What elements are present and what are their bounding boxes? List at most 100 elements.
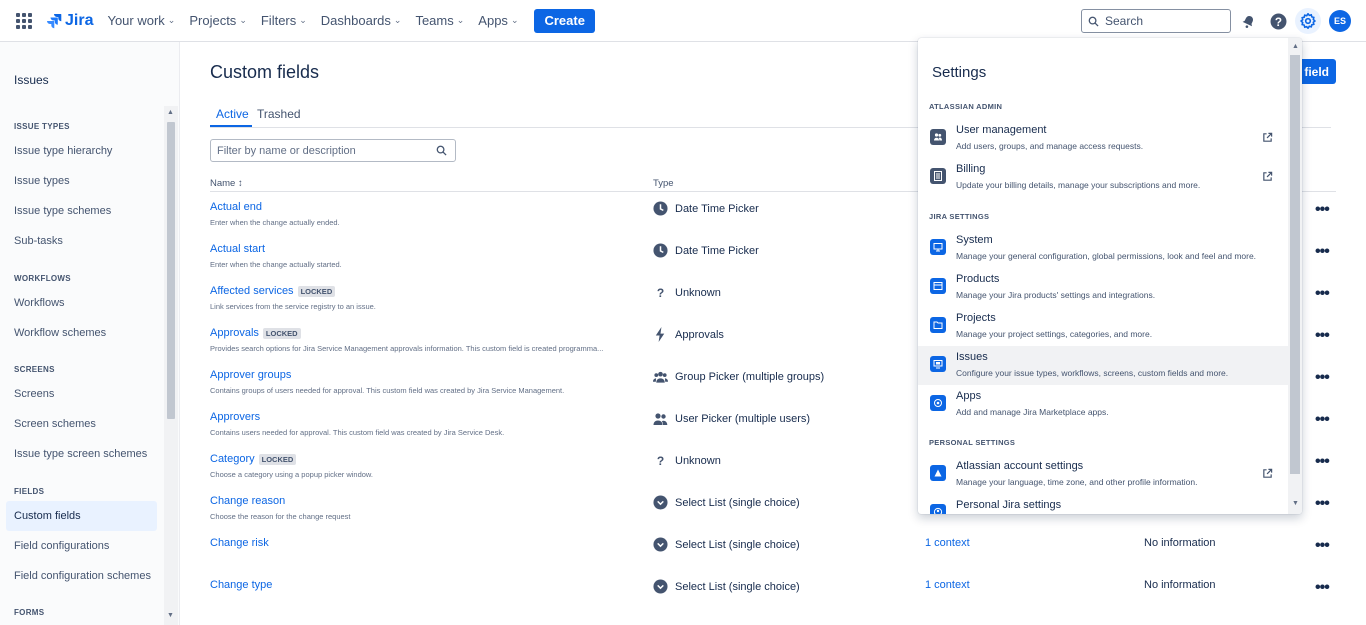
search-placeholder: Search — [1105, 14, 1144, 28]
column-header-type: Type — [653, 178, 674, 189]
field-description: Link services from the service registry … — [210, 302, 376, 311]
settings-scrollbar[interactable]: ▲ ▼ — [1288, 38, 1302, 514]
settings-title: Settings — [932, 64, 987, 81]
more-actions-icon[interactable]: ••• — [1315, 285, 1330, 303]
section-atlassian-admin: ATLASSIAN ADMIN — [929, 102, 1003, 111]
select-icon — [653, 579, 668, 594]
more-actions-icon[interactable]: ••• — [1315, 537, 1330, 555]
field-name[interactable]: Change reason — [210, 495, 285, 507]
search-input[interactable]: Search — [1081, 9, 1231, 33]
settings-item-atlassian-account[interactable]: Atlassian account settings Manage your l… — [918, 455, 1288, 494]
nav-filters[interactable]: Filters ⌄ — [261, 13, 307, 28]
folder-icon — [930, 317, 946, 333]
field-name-link[interactable]: Approver groups — [210, 369, 291, 381]
field-name[interactable]: Actual end — [210, 201, 262, 213]
search-icon — [1088, 16, 1099, 27]
field-name-link[interactable]: Actual start — [210, 243, 265, 255]
field-name[interactable]: Approver groups — [210, 369, 291, 381]
locked-badge: LOCKED — [297, 285, 336, 297]
person-icon — [930, 504, 946, 514]
settings-item-issues[interactable]: Issues Configure your issue types, workf… — [918, 346, 1288, 385]
field-name-link[interactable]: Change type — [210, 579, 272, 591]
field-name-link[interactable]: Actual end — [210, 201, 262, 213]
settings-item-user-management[interactable]: User management Add users, groups, and m… — [918, 119, 1288, 158]
help-icon[interactable]: ? — [1268, 11, 1288, 31]
column-header-name[interactable]: Name ↕ — [210, 178, 243, 189]
svg-text:?: ? — [1274, 15, 1281, 28]
settings-panel: Settings ATLASSIAN ADMIN User management… — [918, 38, 1302, 514]
scroll-down-arrow-icon[interactable]: ▼ — [1292, 500, 1299, 507]
field-name-link[interactable]: Approvals LOCKED — [210, 327, 301, 339]
field-name[interactable]: Affected services — [210, 285, 294, 297]
settings-item-personal-jira[interactable]: Personal Jira settings — [918, 494, 1288, 514]
settings-item-projects[interactable]: Projects Manage your project settings, c… — [918, 307, 1288, 346]
app-switcher-icon[interactable] — [16, 12, 32, 29]
bolt-icon — [653, 327, 668, 342]
field-name-link[interactable]: Change reason — [210, 495, 285, 507]
more-actions-icon[interactable]: ••• — [1315, 411, 1330, 429]
more-actions-icon[interactable]: ••• — [1315, 495, 1330, 513]
create-custom-field-button[interactable]: field — [1296, 59, 1336, 84]
scroll-up-arrow-icon[interactable]: ▲ — [167, 109, 174, 116]
avatar[interactable]: ES — [1329, 10, 1351, 32]
settings-item-billing[interactable]: Billing Update your billing details, man… — [918, 158, 1288, 197]
nav-your-work[interactable]: Your work ⌄ — [107, 13, 175, 28]
more-actions-icon[interactable]: ••• — [1315, 579, 1330, 597]
page-title: Custom fields — [210, 62, 320, 82]
filter-input[interactable]: Filter by name or description — [210, 139, 456, 162]
settings-gear-icon[interactable] — [1295, 8, 1321, 34]
more-actions-icon[interactable]: ••• — [1315, 369, 1330, 387]
section-personal-settings: PERSONAL SETTINGS — [929, 438, 1016, 447]
settings-item-system[interactable]: System Manage your general configuration… — [918, 229, 1288, 268]
jira-logo[interactable]: Jira — [46, 12, 93, 30]
settings-item-products[interactable]: Products Manage your Jira products' sett… — [918, 268, 1288, 307]
field-name[interactable]: Change type — [210, 579, 272, 591]
chevron-down-icon: ⌄ — [167, 15, 176, 25]
settings-item-apps[interactable]: Apps Add and manage Jira Marketplace app… — [918, 385, 1288, 424]
field-type: Select List (single choice) — [653, 579, 800, 594]
field-name-link[interactable]: Category LOCKED — [210, 453, 297, 465]
field-name-link[interactable]: Approvers — [210, 411, 260, 423]
field-context-link[interactable]: 1 context — [925, 579, 970, 591]
group-icon — [653, 369, 668, 384]
nav-projects[interactable]: Projects ⌄ — [189, 13, 247, 28]
nav-label: Teams — [415, 13, 454, 28]
field-name[interactable]: Category — [210, 453, 255, 465]
field-name[interactable]: Change risk — [210, 537, 269, 549]
nav-label: Dashboards — [320, 13, 391, 28]
clock-icon — [653, 243, 668, 258]
table-row: Change type Select List (single choice) 1 … — [0, 579, 1366, 621]
field-type: Date Time Picker — [653, 243, 759, 258]
sidebar-item-issue-types[interactable]: Issue types — [6, 166, 157, 196]
chevron-down-icon: ⌄ — [299, 15, 307, 25]
tab-active[interactable]: Active — [216, 107, 249, 121]
field-name[interactable]: Approvers — [210, 411, 260, 423]
more-actions-icon[interactable]: ••• — [1315, 327, 1330, 345]
field-context-link[interactable]: 1 context — [925, 537, 970, 549]
nav-label: Filters — [260, 13, 297, 28]
settings-item-desc: Manage your project settings, categories… — [956, 329, 1153, 339]
field-name[interactable]: Actual start — [210, 243, 265, 255]
nav-apps[interactable]: Apps ⌄ — [478, 13, 518, 28]
create-button[interactable]: Create — [534, 8, 595, 33]
field-name[interactable]: Approvals — [210, 327, 259, 339]
nav-dashboards[interactable]: Dashboards ⌄ — [321, 13, 402, 28]
settings-item-desc: Add users, groups, and manage access req… — [956, 141, 1144, 151]
settings-item-name: Billing — [956, 163, 986, 175]
field-name-link[interactable]: Change risk — [210, 537, 269, 549]
more-actions-icon[interactable]: ••• — [1315, 453, 1330, 471]
sidebar-item-issue-type-hierarchy[interactable]: Issue type hierarchy — [6, 136, 157, 166]
nav-teams[interactable]: Teams ⌄ — [415, 13, 464, 28]
question-icon: ? — [656, 285, 665, 300]
users-icon — [653, 411, 668, 426]
field-last-used: No information — [1144, 579, 1216, 591]
notifications-icon[interactable] — [1238, 11, 1258, 31]
tab-trashed[interactable]: Trashed — [257, 107, 301, 121]
scrollbar-thumb[interactable] — [1290, 55, 1300, 474]
more-actions-icon[interactable]: ••• — [1315, 201, 1330, 219]
scroll-up-arrow-icon[interactable]: ▲ — [1292, 43, 1299, 50]
settings-item-name: Issues — [956, 351, 988, 363]
field-name-link[interactable]: Affected services LOCKED — [210, 285, 336, 297]
more-actions-icon[interactable]: ••• — [1315, 243, 1330, 261]
field-type: ? Unknown — [653, 453, 721, 468]
